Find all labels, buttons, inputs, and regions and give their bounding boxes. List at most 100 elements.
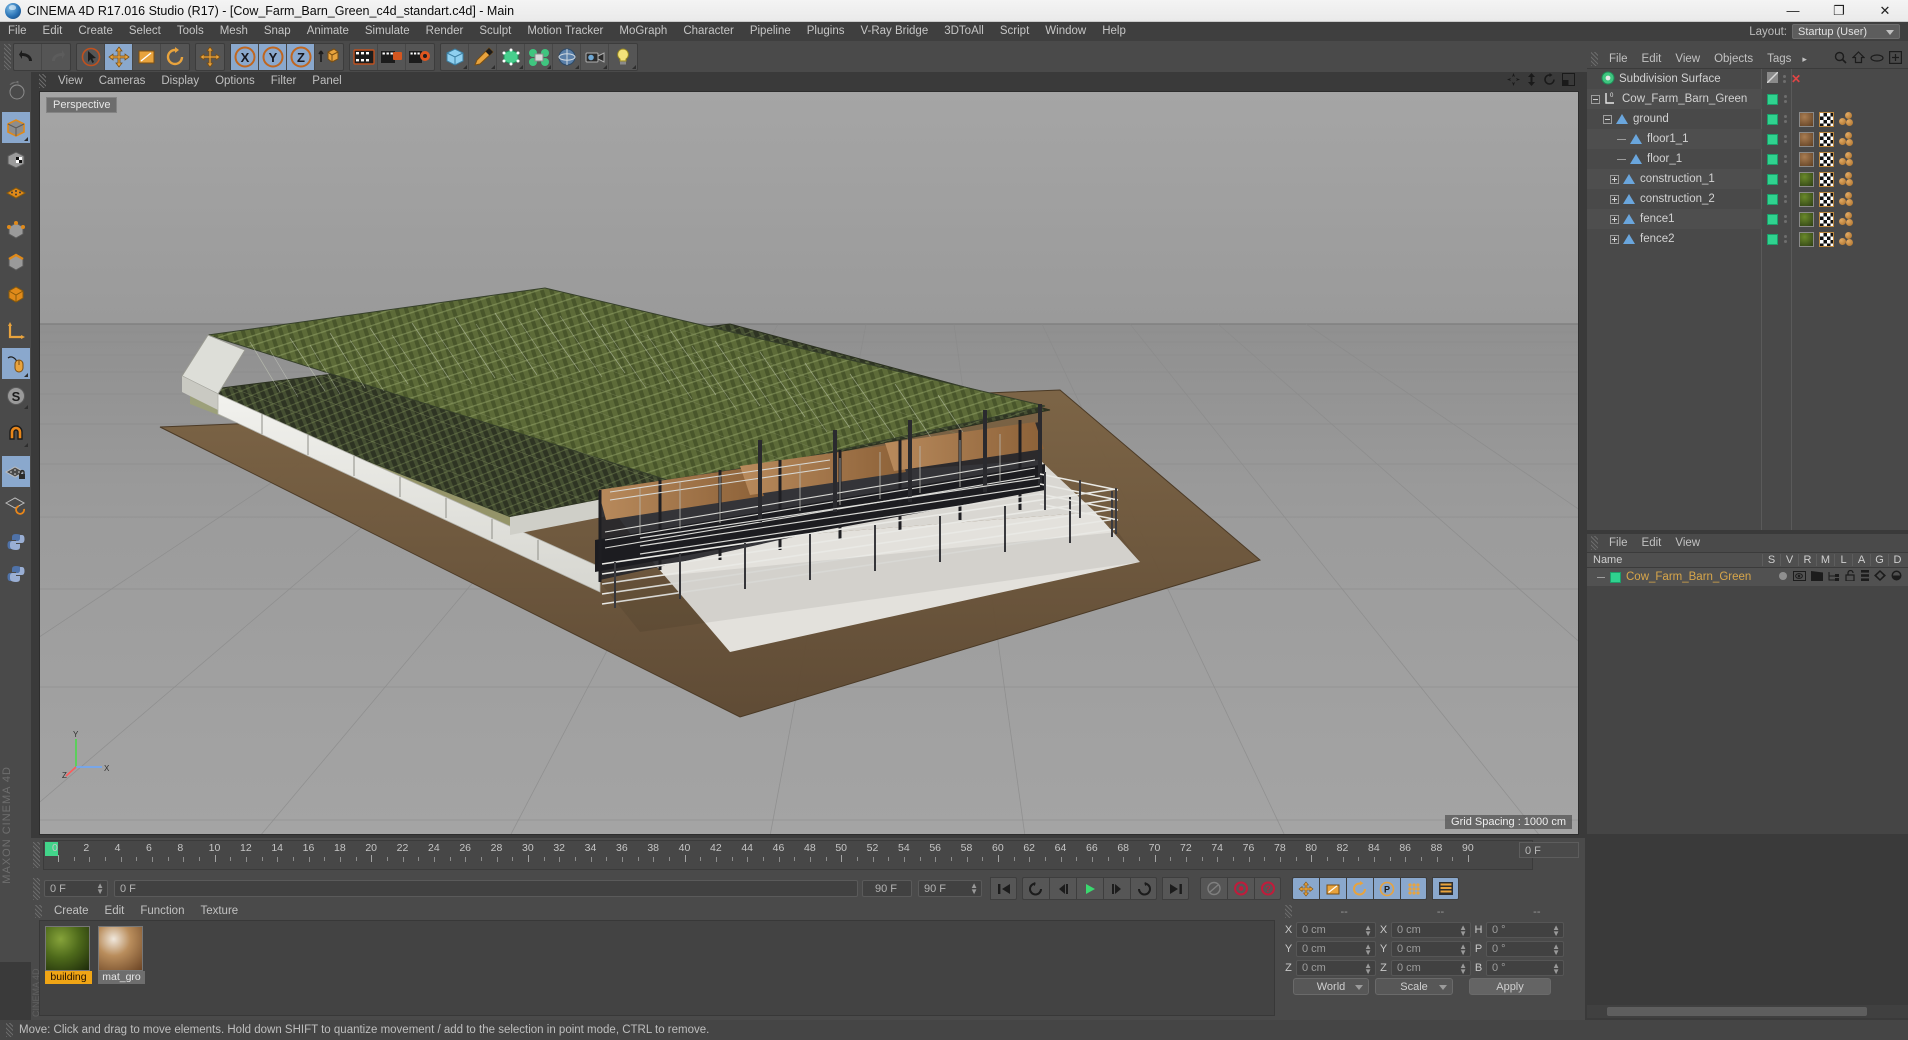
viewport-move-icon[interactable] xyxy=(1507,73,1520,89)
magnet-icon[interactable] xyxy=(2,418,30,449)
om-menu-objects[interactable]: Objects xyxy=(1707,50,1760,68)
material-tag-icon[interactable] xyxy=(1799,171,1814,187)
render-settings-icon[interactable] xyxy=(406,44,434,70)
render-clapper-icon[interactable] xyxy=(1811,570,1823,584)
lock-z-axis-icon[interactable]: Z xyxy=(287,43,315,70)
expander-toggle[interactable] xyxy=(1603,114,1612,124)
visibility-toggle[interactable] xyxy=(1767,93,1778,105)
material-tag-icon[interactable] xyxy=(1799,151,1814,167)
object-row-construction-2[interactable]: construction_2 xyxy=(1587,189,1853,209)
add-layer-icon[interactable] xyxy=(1889,51,1903,67)
expander-toggle[interactable] xyxy=(1610,194,1619,204)
render-region-icon[interactable] xyxy=(378,43,406,70)
object-row-cow-farm-barn-green[interactable]: 0 Cow_Farm_Barn_Green xyxy=(1587,89,1787,109)
anim-grip[interactable] xyxy=(33,877,40,900)
deformer-blob-icon[interactable] xyxy=(1891,570,1902,584)
polygons-mode-icon[interactable] xyxy=(2,278,30,309)
mm-menu-create[interactable]: Create xyxy=(46,903,97,920)
layer-color-swatch[interactable] xyxy=(1610,571,1621,583)
visibility-disabled-icon[interactable] xyxy=(1766,71,1779,86)
coordinates-grip[interactable] xyxy=(1285,905,1292,918)
home-icon[interactable] xyxy=(1851,51,1866,67)
menu-create[interactable]: Create xyxy=(70,22,121,41)
viewport-menu-cameras[interactable]: Cameras xyxy=(91,72,154,90)
menu-edit[interactable]: Edit xyxy=(35,22,71,41)
phong-tag-icon[interactable] xyxy=(1839,171,1855,187)
expander-toggle[interactable] xyxy=(1610,214,1619,224)
visibility-toggle[interactable] xyxy=(1767,193,1778,205)
redo-icon[interactable] xyxy=(42,44,70,70)
layer-manager-body[interactable] xyxy=(1587,586,1908,834)
visibility-toggle[interactable] xyxy=(1767,133,1778,145)
generator-diamond-icon[interactable] xyxy=(1874,570,1886,584)
rotate-tool-icon[interactable] xyxy=(161,44,189,70)
animation-bars-icon[interactable] xyxy=(1861,570,1869,584)
phong-tag-icon[interactable] xyxy=(1839,131,1855,147)
timeline-frame-field[interactable]: 0 F xyxy=(1519,842,1579,858)
deformer-icon[interactable] xyxy=(525,43,553,70)
goto-start-button[interactable] xyxy=(990,877,1017,900)
coord-system-dropdown[interactable]: World xyxy=(1293,978,1369,995)
autokey-button[interactable] xyxy=(1200,877,1227,900)
material-list[interactable]: building mat_gro xyxy=(39,920,1275,1016)
position-key-button[interactable] xyxy=(1292,877,1319,900)
world-object-coord-icon[interactable] xyxy=(315,44,343,70)
texture-tag-icon[interactable] xyxy=(1819,151,1834,167)
object-row-ground[interactable]: ground xyxy=(1587,109,1853,129)
menu-mograph[interactable]: MoGraph xyxy=(611,22,675,41)
mm-menu-texture[interactable]: Texture xyxy=(192,903,246,920)
visibility-toggle[interactable] xyxy=(1767,153,1778,165)
current-frame-input[interactable]: 0 F ▲ ▼ xyxy=(44,880,108,897)
viewport-canvas[interactable]: Perspective Grid Spacing : 1000 cm Y X Z xyxy=(39,91,1579,835)
phong-tag-icon[interactable] xyxy=(1839,151,1855,167)
move-tool-icon[interactable] xyxy=(105,43,133,70)
input-rot-h[interactable]: 0 ° ▲ ▼ xyxy=(1486,921,1564,938)
object-row-subdivision-surface[interactable]: Subdivision Surface ✕ xyxy=(1587,69,1801,89)
param-key-button[interactable]: P xyxy=(1373,877,1400,900)
maximize-button[interactable]: ❐ xyxy=(1816,0,1862,22)
cube-primitive-icon[interactable] xyxy=(441,43,469,70)
workplane-lock-icon[interactable] xyxy=(1,456,30,487)
menu-snap[interactable]: Snap xyxy=(256,22,299,41)
menu-file[interactable]: File xyxy=(0,22,35,41)
scale-key-button[interactable] xyxy=(1319,877,1346,900)
material-preview-thumbnail[interactable] xyxy=(98,926,143,971)
spline-pen-icon[interactable] xyxy=(469,43,497,70)
manager-icon[interactable] xyxy=(1828,570,1840,584)
menu-sculpt[interactable]: Sculpt xyxy=(471,22,519,41)
layer-row-cow-farm-barn-green[interactable]: Cow_Farm_Barn_Green xyxy=(1587,568,1908,586)
goto-end-button[interactable] xyxy=(1162,877,1189,900)
menu-help[interactable]: Help xyxy=(1094,22,1134,41)
menu-plugins[interactable]: Plugins xyxy=(799,22,853,41)
texture-tag-icon[interactable] xyxy=(1819,211,1834,227)
lock-y-axis-icon[interactable]: Y xyxy=(259,43,287,70)
layer-manager-grip[interactable] xyxy=(1591,536,1598,550)
menu-character[interactable]: Character xyxy=(675,22,742,41)
lm-menu-view[interactable]: View xyxy=(1668,534,1707,552)
visibility-toggle[interactable] xyxy=(1767,113,1778,125)
expander-toggle[interactable] xyxy=(1610,234,1619,244)
search-icon[interactable] xyxy=(1834,51,1847,67)
max-frame-input[interactable]: 90 F ▲ ▼ xyxy=(918,880,982,897)
toolbar-grip[interactable] xyxy=(4,43,11,70)
points-mode-icon[interactable] xyxy=(2,214,30,245)
phong-tag-icon[interactable] xyxy=(1839,211,1855,227)
model-mode-icon[interactable] xyxy=(2,144,30,175)
material-tag-icon[interactable] xyxy=(1799,191,1814,207)
scale-tool-icon[interactable] xyxy=(133,43,161,70)
viewport-menu-filter[interactable]: Filter xyxy=(263,72,305,90)
viewport-menu-display[interactable]: Display xyxy=(153,72,207,90)
viewport-maximize-icon[interactable] xyxy=(1562,73,1575,89)
column-header-d[interactable]: D xyxy=(1888,554,1906,566)
om-menu-overflow[interactable]: ▸ xyxy=(1798,50,1811,68)
pla-key-button[interactable] xyxy=(1400,877,1427,900)
visibility-toggle[interactable] xyxy=(1767,213,1778,225)
viewport-rotate-icon[interactable] xyxy=(1543,73,1556,89)
solo-dot-icon[interactable] xyxy=(1778,570,1788,584)
input-pos-x[interactable]: 0 cm ▲ ▼ xyxy=(1296,921,1376,938)
texture-tag-icon[interactable] xyxy=(1819,131,1834,147)
apply-button[interactable]: Apply xyxy=(1469,978,1551,995)
menu-mesh[interactable]: Mesh xyxy=(212,22,256,41)
size-mode-dropdown[interactable]: Scale xyxy=(1375,978,1453,995)
material-tag-icon[interactable] xyxy=(1799,231,1814,247)
